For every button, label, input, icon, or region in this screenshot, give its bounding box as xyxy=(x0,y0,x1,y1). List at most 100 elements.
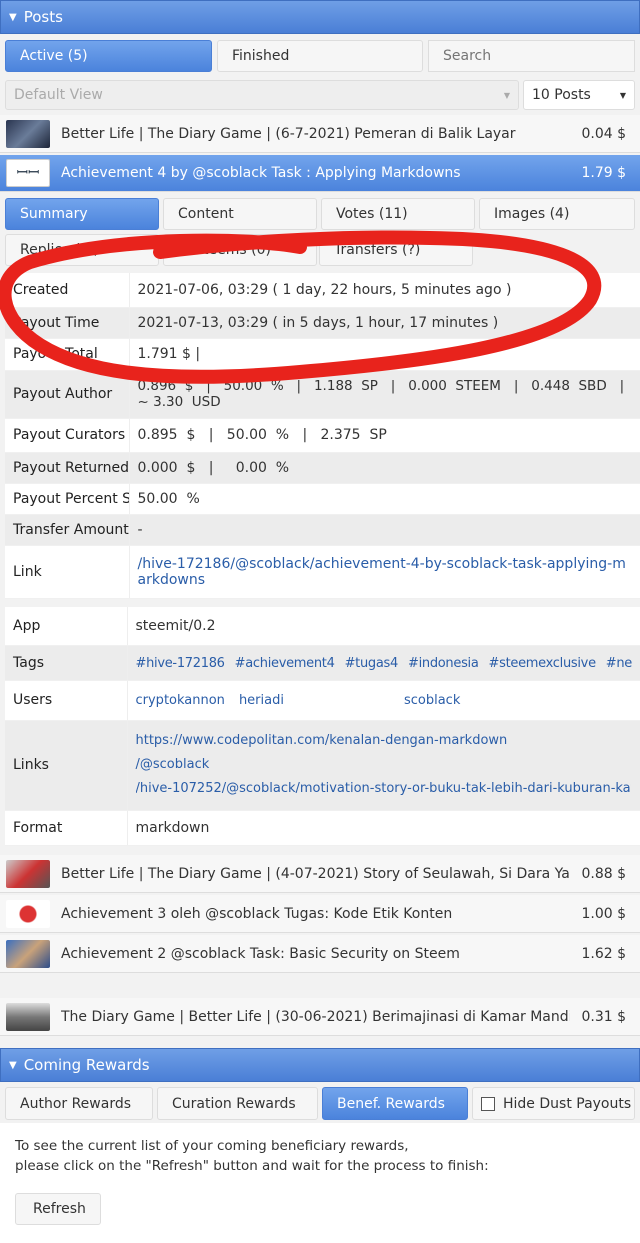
row-payout-author: Payout Author 0.896 $ | 50.00 % | 1.188 S… xyxy=(5,370,640,419)
value: 2021-07-06, 03:29 ( 1 day, 22 hours, 5 m… xyxy=(129,273,640,308)
tag-link[interactable]: #indonesia xyxy=(408,656,479,671)
label: Link xyxy=(5,545,130,599)
label: Payout Percent Steem xyxy=(5,483,130,515)
post-title: Better Life | The Diary Game | (4-07-202… xyxy=(61,865,570,882)
count-select[interactable]: 10 Posts ▼ xyxy=(523,80,635,110)
value: 2021-07-13, 03:29 ( in 5 days, 1 hour, 1… xyxy=(129,307,640,339)
tab-resteems[interactable]: Resteems (0) xyxy=(163,234,317,266)
coming-rewards-header[interactable]: ▼ Coming Rewards xyxy=(0,1048,640,1082)
post-thumbnail: ꟷꟷ xyxy=(6,159,50,187)
post-value: 1.79 $ xyxy=(581,165,626,181)
post-row[interactable]: The Diary Game | Better Life | (30-06-20… xyxy=(0,998,640,1036)
tab-active[interactable]: Active (5) xyxy=(5,40,212,72)
rewards-title: Coming Rewards xyxy=(23,1056,150,1074)
content-link[interactable]: /@scoblack xyxy=(136,757,210,772)
row-link: Link/hive-172186/@scoblack/achievement-4… xyxy=(5,545,640,599)
tab-benef-rewards[interactable]: Benef. Rewards xyxy=(322,1087,468,1120)
row-payout-percent: Payout Percent Steem50.00 % xyxy=(5,483,640,515)
row-payout-total: Payout Total 1.791 $ | xyxy=(5,338,640,371)
label: Created xyxy=(5,273,130,308)
post-row[interactable]: Achievement 2 @scoblack Task: Basic Secu… xyxy=(0,935,640,973)
post-value: 1.00 $ xyxy=(581,905,626,922)
tag-link[interactable]: #ne xyxy=(606,656,633,671)
tab-images[interactable]: Images (4) xyxy=(479,198,635,230)
post-title: Achievement 3 oleh @scoblack Tugas: Kode… xyxy=(61,905,453,922)
tab-replies[interactable]: Replies (...) xyxy=(5,234,159,266)
tab-summary[interactable]: Summary xyxy=(5,198,159,230)
value: - xyxy=(129,514,640,546)
post-title: Achievement 4 by @scoblack Task : Applyi… xyxy=(61,165,461,181)
format-value: markdown xyxy=(127,810,640,846)
value: 1.791 $ | xyxy=(129,338,640,371)
label: Format xyxy=(5,810,128,846)
post-thumbnail xyxy=(6,1002,50,1031)
post-thumbnail xyxy=(6,859,50,888)
tab-votes[interactable]: Votes (11) xyxy=(321,198,475,230)
content-link[interactable]: /hive-107252/@scoblack/motivation-story-… xyxy=(136,781,631,796)
view-select-value: Default View xyxy=(14,87,103,103)
info-line: To see the current list of your coming b… xyxy=(15,1138,409,1154)
info-text: To see the current list of your coming b… xyxy=(15,1136,489,1176)
value: 0.895 $ | 50.00 % | 2.375 SP xyxy=(129,418,640,453)
label: Transfer Amount xyxy=(5,514,130,546)
row-transfer-amount: Transfer Amount - xyxy=(5,514,640,546)
collapse-triangle-icon: ▼ xyxy=(9,1059,17,1071)
posts-header[interactable]: ▼ Posts xyxy=(0,0,640,34)
tag-link[interactable]: #tugas4 xyxy=(345,656,399,671)
summary-table: Created 2021-07-06, 03:29 ( 1 day, 22 hou… xyxy=(5,273,640,599)
posts-title: Posts xyxy=(23,8,63,26)
post-thumbnail xyxy=(6,899,50,928)
post-value: 0.31 $ xyxy=(581,1008,626,1025)
post-value: 0.04 $ xyxy=(581,125,626,142)
content-link[interactable]: https://www.codepolitan.com/kenalan-deng… xyxy=(136,733,508,748)
post-row[interactable]: Better Life | The Diary Game | (4-07-202… xyxy=(0,855,640,893)
post-value: 1.62 $ xyxy=(581,945,626,962)
hide-dust-toggle[interactable]: Hide Dust Payouts xyxy=(472,1087,635,1120)
label: Users xyxy=(5,680,128,721)
post-row[interactable]: Better Life | The Diary Game | (6-7-2021… xyxy=(0,115,640,153)
row-payout-time: Payout Time 2021-07-13, 03:29 ( in 5 days… xyxy=(5,307,640,339)
label: Payout Curators xyxy=(5,418,130,453)
row-payout-returned: Payout Returned 0.000 $ | 0.00 % xyxy=(5,452,640,484)
post-link[interactable]: /hive-172186/@scoblack/achievement-4-by-… xyxy=(138,556,626,588)
label: Links xyxy=(5,720,128,811)
count-select-value: 10 Posts xyxy=(532,87,591,103)
post-value: 0.88 $ xyxy=(581,865,626,882)
tag-link[interactable]: #steemexclusive xyxy=(489,656,597,671)
refresh-button[interactable]: Refresh xyxy=(15,1193,101,1225)
meta-table: App steemit/0.2 Tags #hive-172186 #achieve… xyxy=(5,607,640,846)
label: Tags xyxy=(5,645,128,681)
user-link[interactable]: cryptokannon xyxy=(136,693,225,708)
dropdown-arrow-icon: ▼ xyxy=(619,90,626,100)
label: Payout Time xyxy=(5,307,130,339)
post-title: The Diary Game | Better Life | (30-06-20… xyxy=(61,1008,570,1025)
post-thumbnail xyxy=(6,119,50,148)
tag-link[interactable]: #hive-172186 xyxy=(136,656,225,671)
tab-author-rewards[interactable]: Author Rewards xyxy=(5,1087,153,1120)
label: Payout Total xyxy=(5,338,130,371)
post-title: Achievement 2 @scoblack Task: Basic Secu… xyxy=(61,945,460,962)
label: App xyxy=(5,607,128,646)
post-title: Better Life | The Diary Game | (6-7-2021… xyxy=(61,125,516,142)
checkbox[interactable] xyxy=(481,1096,495,1111)
search-input[interactable] xyxy=(428,40,635,72)
tag-link[interactable]: #achievement4 xyxy=(235,656,335,671)
value: 0.896 $ | 50.00 % | 1.188 SP | 0.000 STE… xyxy=(129,370,640,419)
user-link[interactable]: heriadi xyxy=(239,693,284,708)
user-link[interactable]: scoblack xyxy=(404,693,460,708)
tab-content[interactable]: Content xyxy=(163,198,317,230)
selected-post-row[interactable]: ꟷꟷ Achievement 4 by @scoblack Task : Appl… xyxy=(0,155,640,192)
hide-dust-label: Hide Dust Payouts xyxy=(503,1095,632,1112)
tab-finished[interactable]: Finished xyxy=(217,40,423,72)
row-created: Created 2021-07-06, 03:29 ( 1 day, 22 hou… xyxy=(5,273,640,308)
info-line: please click on the "Refresh" button and… xyxy=(15,1158,489,1174)
collapse-triangle-icon: ▼ xyxy=(9,11,17,23)
tab-curation-rewards[interactable]: Curation Rewards xyxy=(157,1087,318,1120)
view-select[interactable]: Default View ▼ xyxy=(5,80,519,110)
app-value: steemit/0.2 xyxy=(127,607,640,646)
post-row[interactable]: Achievement 3 oleh @scoblack Tugas: Kode… xyxy=(0,895,640,933)
label: Payout Author xyxy=(5,370,130,419)
post-thumbnail xyxy=(6,939,50,968)
tab-transfers[interactable]: Transfers (?) xyxy=(319,234,473,266)
value: 0.000 $ | 0.00 % xyxy=(129,452,640,484)
